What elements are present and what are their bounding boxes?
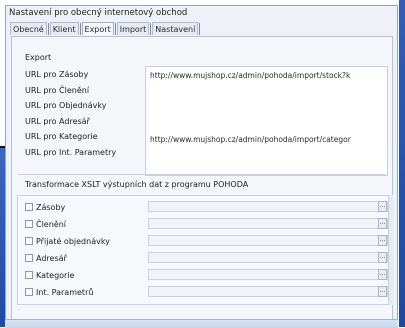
xslt-row-kategorie: Kategorie <box>25 269 74 281</box>
tab-separator <box>199 23 201 35</box>
tab-separator <box>114 23 116 35</box>
url-adresar-field[interactable] <box>150 118 386 128</box>
checkbox-zasoby[interactable] <box>25 203 33 211</box>
xslt-section-title: Transformace XSLT výstupních dat z progr… <box>25 180 249 189</box>
xslt-row-zasoby: Zásoby <box>25 201 65 213</box>
browse-adresar-button[interactable]: ... <box>378 252 387 263</box>
checkbox-kategorie[interactable] <box>25 271 33 279</box>
url-int-parametry-field[interactable] <box>150 151 386 161</box>
url-zasoby-label: URL pro Zásoby <box>25 70 89 79</box>
checkbox-objednavky[interactable] <box>25 237 33 245</box>
url-adresar-label: URL pro Adresář <box>25 117 90 126</box>
xslt-kategorie-field[interactable]: ... <box>148 269 388 280</box>
checkbox-kategorie-label: Kategorie <box>36 270 75 280</box>
url-objednavky-label: URL pro Objednávky <box>25 101 107 110</box>
xslt-int-parametru-field[interactable]: ... <box>148 286 388 297</box>
browse-zasoby-button[interactable]: ... <box>378 201 387 212</box>
checkbox-objednavky-label: Přijaté objednávky <box>36 236 110 246</box>
url-cleneni-label: URL pro Členění <box>25 86 90 95</box>
browse-int-parametru-button[interactable]: ... <box>378 286 387 297</box>
xslt-row-int-parametru: Int. Parametrů <box>25 286 93 298</box>
export-section-title: Export <box>25 53 52 62</box>
checkbox-int-parametru-label: Int. Parametrů <box>36 287 94 297</box>
browse-objednavky-button[interactable]: ... <box>378 235 387 246</box>
xslt-row-cleneni: Členění <box>25 218 66 230</box>
xslt-scrollbar[interactable] <box>389 195 393 305</box>
dialog-title: Nastavení pro obecný internetový obchod <box>9 8 188 18</box>
xslt-objednavky-field[interactable]: ... <box>148 235 388 246</box>
checkbox-cleneni[interactable] <box>25 220 33 228</box>
checkbox-zasoby-label: Zásoby <box>36 202 66 212</box>
tab-separator <box>79 23 81 35</box>
browse-kategorie-button[interactable]: ... <box>378 269 387 280</box>
xslt-row-objednavky: Přijaté objednávky <box>25 235 110 247</box>
checkbox-adresar-label: Adresář <box>36 253 67 263</box>
checkbox-adresar[interactable] <box>25 254 33 262</box>
browse-cleneni-button[interactable]: ... <box>378 218 387 229</box>
url-zasoby-field[interactable]: http://www.mujshop.cz/admin/pohoda/impor… <box>150 71 386 80</box>
checkbox-int-parametru[interactable] <box>25 288 33 296</box>
url-int-parametry-label: URL pro Int. Parametry <box>25 148 117 157</box>
tab-separator <box>150 23 152 35</box>
checkbox-cleneni-label: Členění <box>36 219 67 229</box>
tab-separator <box>47 23 49 35</box>
tab-bar: Obecné Klient Export Import Nastavení <box>10 22 201 36</box>
tab-import[interactable]: Import <box>116 22 150 35</box>
tab-export[interactable]: Export <box>81 22 114 35</box>
url-fields-box: http://www.mujshop.cz/admin/pohoda/impor… <box>145 66 388 176</box>
url-objednavky-field[interactable] <box>150 102 386 112</box>
xslt-cleneni-field[interactable]: ... <box>148 218 388 229</box>
tab-nastaveni[interactable]: Nastavení <box>152 22 199 35</box>
xslt-row-adresar: Adresář <box>25 252 67 264</box>
xslt-zasoby-field[interactable]: ... <box>148 201 388 212</box>
url-kategorie-field[interactable]: http://www.mujshop.cz/admin/pohoda/impor… <box>150 135 386 144</box>
tab-klient[interactable]: Klient <box>49 22 79 35</box>
xslt-adresar-field[interactable]: ... <box>148 252 388 263</box>
url-cleneni-field[interactable] <box>150 87 386 97</box>
url-kategorie-label: URL pro Kategorie <box>25 132 98 141</box>
section-divider <box>18 174 386 175</box>
tab-obecne[interactable]: Obecné <box>10 22 47 35</box>
background-window-edge-right <box>399 0 405 327</box>
